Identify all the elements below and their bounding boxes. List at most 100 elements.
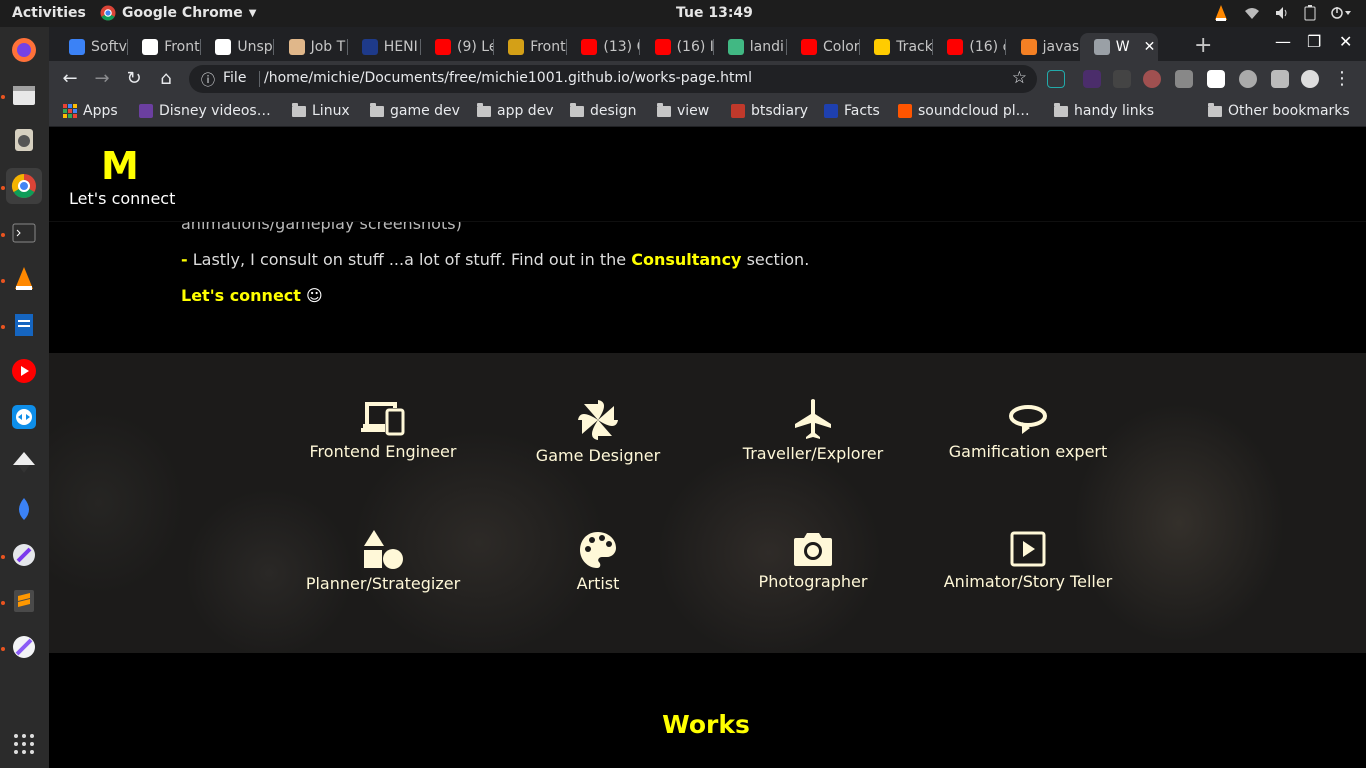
terminal-launcher[interactable] xyxy=(6,215,42,251)
reload-button[interactable]: ↻ xyxy=(123,68,145,89)
browser-tab[interactable]: W ✕ xyxy=(1079,33,1158,61)
browser-tab[interactable]: Unsp xyxy=(201,33,273,61)
blender-launcher[interactable] xyxy=(6,537,42,573)
intro-text: animations/gameplay screenshots) - Lastl… xyxy=(181,214,809,322)
bookmark-handy-links[interactable]: handy links xyxy=(1054,102,1154,119)
battery-icon[interactable] xyxy=(1304,5,1316,21)
app-menu[interactable]: Google Chrome ▼ xyxy=(100,5,256,21)
tab-favicon-icon xyxy=(874,39,891,55)
browser-tab[interactable]: Front xyxy=(128,33,200,61)
info-icon[interactable]: ⓘ xyxy=(201,70,215,90)
chrome-icon xyxy=(11,174,36,199)
bookmark-label: view xyxy=(677,103,710,119)
browser-tab[interactable]: (9) Le xyxy=(421,33,493,61)
profile-avatar[interactable] xyxy=(1301,70,1319,88)
skill-label: Photographer xyxy=(758,572,868,591)
tab-title: javas xyxy=(1042,39,1079,55)
browser-tab[interactable]: Front xyxy=(494,33,566,61)
inkscape-launcher[interactable] xyxy=(6,445,42,481)
activities-button[interactable]: Activities xyxy=(12,5,86,21)
bookmark-linux[interactable]: Linux xyxy=(292,102,350,119)
bookmark-app-dev[interactable]: app dev xyxy=(477,102,554,119)
sublime-icon xyxy=(14,590,34,612)
rhythmbox-launcher[interactable] xyxy=(6,122,42,158)
krita-launcher[interactable] xyxy=(6,491,42,527)
minimize-button[interactable]: — xyxy=(1275,32,1291,51)
files-icon xyxy=(13,86,35,105)
back-button[interactable]: ← xyxy=(59,68,81,89)
extension-brain-icon[interactable] xyxy=(1143,70,1161,88)
browser-tab[interactable]: landi xyxy=(714,33,786,61)
extensions-puzzle-icon[interactable] xyxy=(1271,70,1289,88)
extension-database-icon[interactable] xyxy=(1239,70,1257,88)
wifi-icon[interactable] xyxy=(1244,5,1260,21)
browser-menu-icon[interactable]: ⋮ xyxy=(1331,68,1353,89)
tab-favicon-icon xyxy=(435,39,451,55)
bookmark-design[interactable]: design xyxy=(570,102,636,119)
skill-label: Frontend Engineer xyxy=(309,442,457,461)
browser-tab[interactable]: (16) I xyxy=(641,33,713,61)
extension-vue-icon[interactable] xyxy=(1175,70,1193,88)
extension-bookmark-icon[interactable] xyxy=(1113,70,1131,88)
tab-favicon-icon xyxy=(288,39,305,55)
forward-button[interactable]: → xyxy=(91,68,113,89)
system-tray[interactable] xyxy=(1212,4,1352,22)
clock[interactable]: Tue 13:49 xyxy=(676,5,753,21)
chrome-launcher[interactable] xyxy=(6,168,42,204)
browser-tab[interactable]: Color xyxy=(787,33,859,61)
extension-notion-icon[interactable] xyxy=(1207,70,1225,88)
browser-tab[interactable]: Track xyxy=(860,33,932,61)
bookmark-btsdiary[interactable]: btsdiary xyxy=(731,103,808,119)
bookmark-apps[interactable]: Apps xyxy=(63,103,118,119)
bookmark-soundcloud-pl[interactable]: soundcloud pl… xyxy=(898,103,1030,119)
skill-frontend-engineer: Frontend Engineer xyxy=(273,398,493,461)
terminal-icon xyxy=(12,223,36,243)
power-menu-icon[interactable] xyxy=(1330,5,1352,21)
browser-tab[interactable]: (13) C xyxy=(567,33,639,61)
teamviewer-launcher[interactable] xyxy=(6,399,42,435)
speaker-icon xyxy=(15,129,33,151)
browser-tab[interactable]: HENI xyxy=(348,33,420,61)
bookmark-label: btsdiary xyxy=(751,103,809,119)
consultancy-text-end: section. xyxy=(741,250,810,269)
gimp-launcher[interactable] xyxy=(6,629,42,665)
other-bookmarks[interactable]: Other bookmarks xyxy=(1208,102,1350,119)
browser-tab[interactable]: Softv xyxy=(55,33,127,61)
address-url[interactable]: /home/michie/Documents/free/michie1001.g… xyxy=(264,70,752,86)
tab-title: (16) I xyxy=(676,39,713,55)
bookmark-disney-videos[interactable]: Disney videos… xyxy=(139,103,271,119)
lets-connect-link[interactable]: Let's connect xyxy=(181,286,301,305)
bookmark-game-dev[interactable]: game dev xyxy=(370,102,460,119)
browser-tab[interactable]: (16) c xyxy=(933,33,1005,61)
vlc-icon xyxy=(15,267,33,290)
consultancy-link[interactable]: Consultancy xyxy=(631,250,741,269)
volume-icon[interactable] xyxy=(1274,5,1290,21)
address-bar[interactable]: ⓘ File /home/michie/Documents/free/michi… xyxy=(189,65,1037,93)
maximize-button[interactable]: ❐ xyxy=(1307,32,1321,51)
vlc-tray-icon[interactable] xyxy=(1212,4,1230,22)
sublime-launcher[interactable] xyxy=(6,583,42,619)
new-tab-button[interactable]: + xyxy=(1194,33,1212,58)
close-tab-icon[interactable]: ✕ xyxy=(1144,39,1156,55)
close-window-button[interactable]: ✕ xyxy=(1339,32,1352,51)
tab-title: HENI xyxy=(383,39,418,55)
logo-tagline[interactable]: Let's connect xyxy=(69,189,175,208)
home-button[interactable]: ⌂ xyxy=(155,68,177,89)
show-applications-button[interactable] xyxy=(6,726,42,762)
youtube-music-launcher[interactable] xyxy=(6,353,42,389)
bookmark-facts[interactable]: Facts xyxy=(824,103,880,119)
site-logo[interactable]: M xyxy=(101,144,139,188)
bookmark-label: Disney videos… xyxy=(159,103,271,119)
bookmark-star-icon[interactable]: ☆ xyxy=(1012,68,1027,88)
files-launcher[interactable] xyxy=(6,77,42,113)
writer-launcher[interactable] xyxy=(6,307,42,343)
browser-tab[interactable]: javas xyxy=(1007,33,1079,61)
vlc-launcher[interactable] xyxy=(6,261,42,297)
browser-tab[interactable]: Job T xyxy=(275,33,347,61)
firefox-launcher[interactable] xyxy=(6,32,42,68)
pinwheel-icon xyxy=(578,400,618,440)
site-header: M Let's connect xyxy=(49,128,1366,222)
extension-notion-web-clipper-icon[interactable] xyxy=(1047,70,1065,88)
bookmark-view[interactable]: view xyxy=(657,102,710,119)
extension-color-picker-icon[interactable] xyxy=(1083,70,1101,88)
